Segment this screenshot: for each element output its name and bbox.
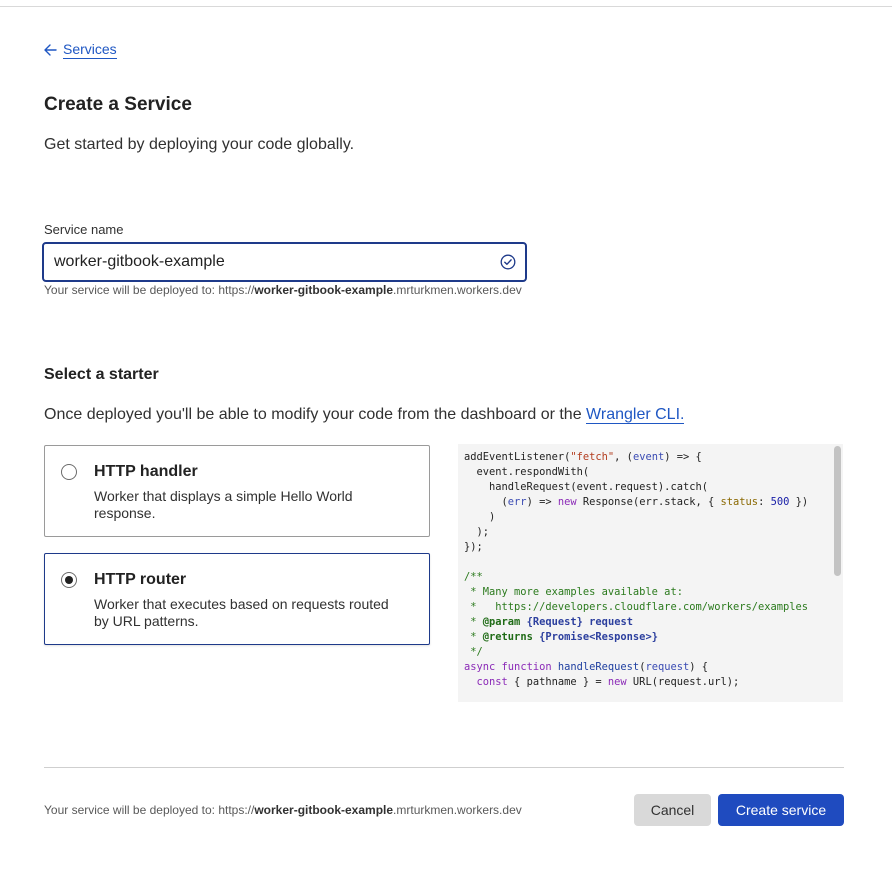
hint-suffix: .mrturkmen.workers.dev: [393, 283, 522, 297]
radio-http-handler[interactable]: [61, 464, 77, 480]
starter-option-description: Worker that displays a simple Hello Worl…: [94, 488, 353, 521]
wrangler-cli-link[interactable]: Wrangler CLI.: [586, 406, 685, 424]
back-to-services-link[interactable]: Services: [44, 41, 117, 59]
page-subtitle: Get started by deploying your code globa…: [44, 136, 355, 153]
create-service-button[interactable]: Create service: [718, 794, 844, 826]
arrow-left-icon: [44, 44, 57, 56]
footer-hint-suffix: .mrturkmen.workers.dev: [393, 803, 522, 817]
starter-option-title: HTTP router: [94, 571, 187, 588]
starter-option-title: HTTP handler: [94, 463, 198, 480]
service-name-input[interactable]: [44, 244, 494, 280]
starter-heading: Select a starter: [44, 366, 159, 383]
footer-deploy-url-hint: Your service will be deployed to: https:…: [44, 803, 522, 817]
footer-divider: [44, 767, 844, 768]
footer-hint-service-name: worker-gitbook-example: [254, 803, 394, 817]
starter-option-http-handler[interactable]: HTTP handler Worker that displays a simp…: [44, 445, 430, 537]
code-preview-text: addEventListener("fetch", (event) => { e…: [464, 451, 809, 688]
deploy-url-hint: Your service will be deployed to: https:…: [44, 283, 522, 297]
starter-description: Once deployed you'll be able to modify y…: [44, 406, 685, 424]
footer-hint-prefix: Your service will be deployed to: https:…: [44, 803, 255, 817]
hint-service-name: worker-gitbook-example: [254, 283, 394, 297]
cancel-button[interactable]: Cancel: [634, 794, 711, 826]
code-preview: addEventListener("fetch", (event) => { e…: [458, 444, 843, 702]
starter-description-text: Once deployed you'll be able to modify y…: [44, 406, 587, 423]
starter-option-description: Worker that executes based on requests r…: [94, 596, 389, 629]
top-divider: [0, 6, 892, 7]
starter-option-http-router[interactable]: HTTP router Worker that executes based o…: [44, 553, 430, 645]
code-scrollbar[interactable]: [834, 446, 841, 576]
hint-prefix: Your service will be deployed to: https:…: [44, 283, 255, 297]
service-name-field: [42, 242, 527, 282]
check-circle-icon: [500, 254, 516, 275]
radio-http-router[interactable]: [61, 572, 77, 588]
back-link-label: Services: [63, 41, 117, 59]
page-title: Create a Service: [44, 94, 192, 115]
service-name-label: Service name: [44, 222, 124, 237]
